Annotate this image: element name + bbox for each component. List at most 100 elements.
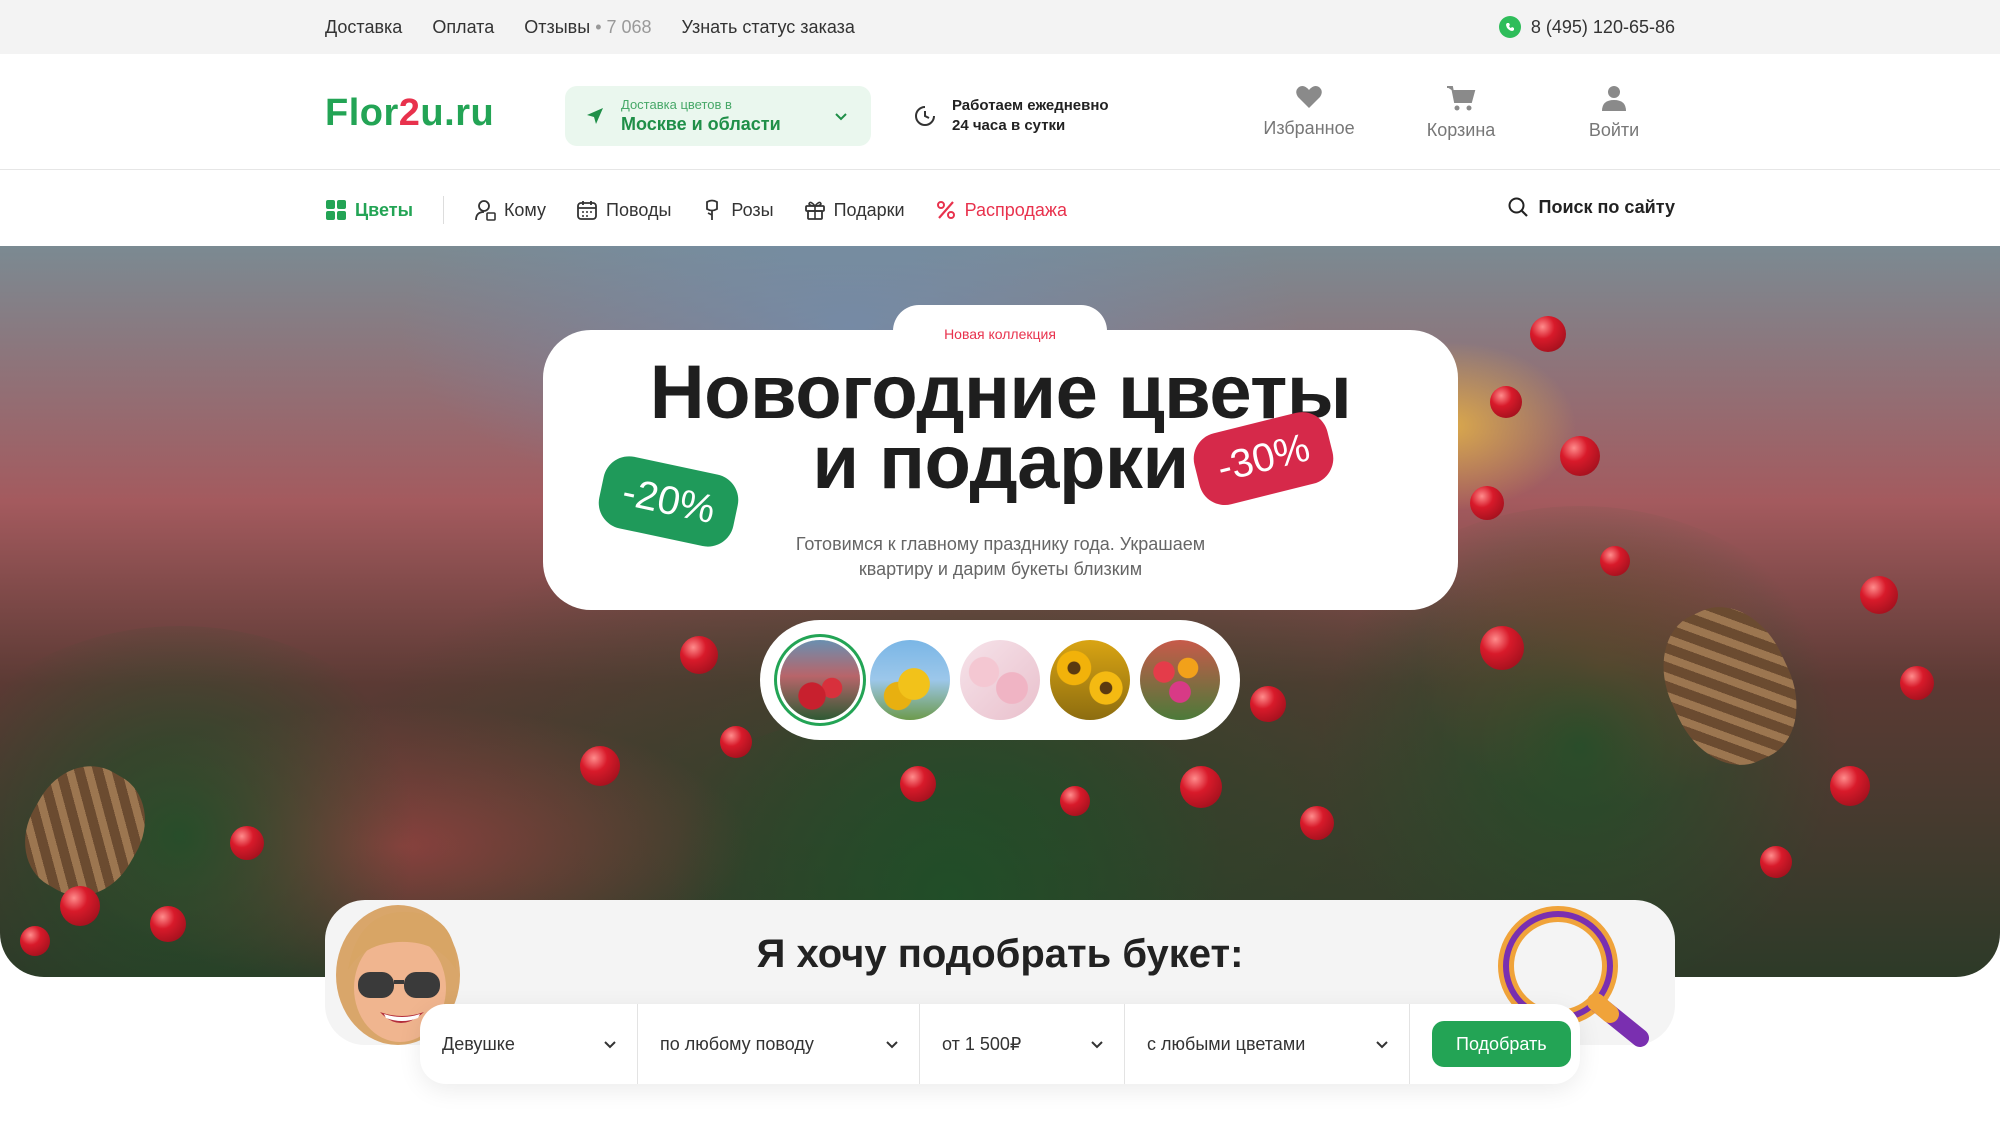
picker-title: Я хочу подобрать букет: <box>756 932 1244 976</box>
occasion-value: по любому поводу <box>660 1033 814 1054</box>
berry-decoration <box>720 726 752 758</box>
recipient-select[interactable]: Девушке <box>420 1004 638 1084</box>
occasion-select[interactable]: по любому поводу <box>638 1004 920 1084</box>
nav-item-roses[interactable]: Розы <box>701 199 774 221</box>
nav-item-occasions[interactable]: Поводы <box>576 199 671 221</box>
nav-item-sale[interactable]: Распродажа <box>935 199 1067 221</box>
berry-decoration <box>680 636 718 674</box>
nav-item-flowers[interactable]: Цветы <box>325 199 413 221</box>
region-caption: Доставка цветов в <box>621 97 732 112</box>
person-gift-icon <box>475 200 496 221</box>
reviews-label: Отзывы <box>524 17 591 37</box>
berry-decoration <box>1760 846 1792 878</box>
logo-text-2: 2 <box>398 92 421 134</box>
berry-decoration <box>1830 766 1870 806</box>
nav-item-whom[interactable]: Кому <box>474 199 546 221</box>
picker-filter-bar: Девушке по любому поводу от 1 500₽ с люб… <box>420 1004 1580 1084</box>
recipient-value: Девушке <box>442 1033 515 1054</box>
top-bar: Доставка Оплата Отзывы • 7 068 Узнать ст… <box>0 0 2000 54</box>
nav-label-gifts: Подарки <box>833 199 905 220</box>
chevron-down-icon <box>1091 1041 1103 1049</box>
thumbnail-yellow-flowers[interactable] <box>870 640 950 720</box>
delivery-link[interactable]: Доставка <box>325 17 402 38</box>
thumbnail-sunflowers[interactable] <box>1050 640 1130 720</box>
payment-link[interactable]: Оплата <box>432 17 494 38</box>
percent-icon <box>936 201 955 219</box>
flower-type-select[interactable]: с любыми цветами <box>1125 1004 1410 1084</box>
login-button[interactable]: Войти <box>1554 84 1674 141</box>
phone-number: 8 (495) 120-65-86 <box>1530 16 1675 37</box>
new-collection-badge: Новая коллекция <box>944 326 1056 342</box>
berry-decoration <box>900 766 936 802</box>
whatsapp-icon <box>1498 16 1521 38</box>
nav-label-occasions: Поводы <box>606 199 672 220</box>
search-label: Поиск по сайту <box>1538 196 1675 217</box>
cart-icon <box>1447 86 1476 111</box>
clock-icon <box>915 106 935 126</box>
berry-decoration <box>1900 666 1934 700</box>
chevron-down-icon <box>886 1041 898 1049</box>
reviews-count: 7 068 <box>606 17 652 37</box>
nav-item-gifts[interactable]: Подарки <box>804 199 905 221</box>
berry-decoration <box>1300 806 1334 840</box>
favorites-button[interactable]: Избранное <box>1249 84 1369 139</box>
site-logo[interactable]: Flor2u.ru <box>325 92 494 135</box>
logo-text-uru: u.ru <box>420 92 495 134</box>
berry-decoration <box>1600 546 1630 576</box>
berry-decoration <box>580 746 620 786</box>
top-links: Доставка Оплата Отзывы • 7 068 Узнать ст… <box>325 17 855 38</box>
pick-bouquet-button[interactable]: Подобрать <box>1432 1021 1571 1067</box>
chevron-down-icon <box>604 1041 616 1049</box>
berry-decoration <box>1180 766 1222 808</box>
chevron-down-icon <box>835 113 847 121</box>
phone-contact[interactable]: 8 (495) 120-65-86 <box>1498 16 1675 38</box>
hero-thumbnails <box>760 620 1240 740</box>
working-hours: Работаем ежедневно 24 часа в сутки <box>912 96 1109 136</box>
hours-line-1: Работаем ежедневно <box>952 97 1109 114</box>
reviews-separator: • <box>595 17 607 37</box>
nav-items: Цветы Кому Поводы Розы Подарки Распродаж… <box>325 196 1097 224</box>
berry-decoration <box>230 826 264 860</box>
user-icon <box>1602 86 1626 111</box>
favorites-label: Избранное <box>1263 118 1355 138</box>
hero-subtitle-line-2: квартиру и дарим букеты близким <box>858 559 1143 579</box>
search-icon <box>1508 197 1528 217</box>
price-select[interactable]: от 1 500₽ <box>920 1004 1125 1084</box>
berry-decoration <box>1480 626 1524 670</box>
berry-decoration <box>1490 386 1522 418</box>
main-nav: Цветы Кому Поводы Розы Подарки Распродаж… <box>0 170 2000 246</box>
thumbnail-pink-blossom[interactable] <box>960 640 1040 720</box>
nav-label-roses: Розы <box>731 199 774 220</box>
order-status-link[interactable]: Узнать статус заказа <box>682 17 855 38</box>
cart-label: Корзина <box>1426 120 1496 140</box>
berry-decoration <box>20 926 50 956</box>
berry-decoration <box>1530 316 1566 352</box>
flower-type-value: с любыми цветами <box>1147 1033 1306 1054</box>
berry-decoration <box>1470 486 1504 520</box>
rose-icon <box>706 199 719 220</box>
heart-icon <box>1296 86 1322 108</box>
berry-decoration <box>1060 786 1090 816</box>
cart-button[interactable]: Корзина <box>1401 84 1521 141</box>
berry-decoration <box>60 886 100 926</box>
nav-label-sale: Распродажа <box>964 199 1067 220</box>
region-selector[interactable]: Доставка цветов в Москве и области <box>565 86 871 146</box>
thumbnail-winter-bouquet[interactable] <box>780 640 860 720</box>
chevron-down-icon <box>1376 1041 1388 1049</box>
location-arrow-icon <box>587 108 603 124</box>
berry-decoration <box>1560 436 1600 476</box>
thumbnail-tulips[interactable] <box>1140 640 1220 720</box>
logo-text-flor: Flor <box>325 92 399 134</box>
grid-icon <box>326 200 346 220</box>
nav-divider <box>442 196 444 224</box>
region-value: Москве и области <box>621 114 781 134</box>
hero-title-line-1: Новогодние цветы <box>649 350 1352 435</box>
berry-decoration <box>150 906 186 942</box>
hours-line-2: 24 часа в сутки <box>952 117 1066 134</box>
calendar-icon <box>577 201 597 220</box>
gift-icon <box>804 201 825 220</box>
site-search[interactable]: Поиск по сайту <box>1507 196 1675 218</box>
price-value: от 1 500₽ <box>942 1033 1022 1054</box>
login-label: Войти <box>1588 120 1640 140</box>
reviews-link[interactable]: Отзывы • 7 068 <box>524 17 651 38</box>
